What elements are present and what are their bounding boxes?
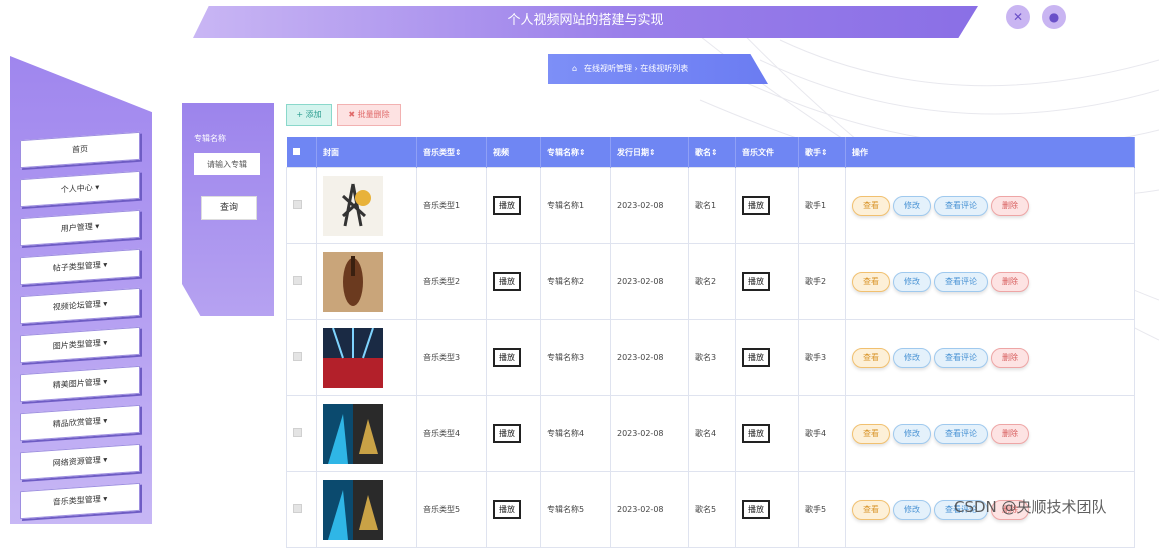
cover-image — [316, 395, 417, 472]
view-button[interactable]: 查看 — [852, 195, 890, 216]
row-checkbox[interactable] — [286, 167, 317, 244]
cell-music-type: 音乐类型3 — [416, 319, 487, 396]
table-row: 音乐类型3 播放 专辑名称3 2023-02-08 歌名3 播放 歌手3 查看 修改 查看评论 删除 — [286, 319, 1135, 396]
view-comments-button[interactable]: 查看评论 — [934, 195, 988, 216]
col-album[interactable]: 专辑名称⇕ — [540, 137, 611, 168]
home-icon: ⌂ — [572, 64, 578, 73]
table-row: 音乐类型1 播放 专辑名称1 2023-02-08 歌名1 播放 歌手1 查看 修改 查看评论 删除 — [286, 167, 1135, 244]
video-play-button[interactable]: 播放 — [493, 500, 521, 519]
cell-date: 2023-02-08 — [610, 319, 689, 396]
data-table: 封面 音乐类型⇕ 视频 专辑名称⇕ 发行日期⇕ 歌名⇕ 音乐文件 歌手⇕ 操作 … — [286, 137, 1135, 548]
row-checkbox[interactable] — [286, 471, 317, 548]
search-button[interactable]: 查询 — [201, 196, 257, 220]
video-play-button[interactable]: 播放 — [493, 272, 521, 291]
cell-album: 专辑名称2 — [540, 243, 611, 320]
app-title: 个人视频网站的搭建与实现 — [507, 13, 664, 28]
delete-button[interactable]: 删除 — [991, 347, 1029, 368]
cell-song: 歌名4 — [688, 395, 736, 472]
delete-button[interactable]: 删除 — [991, 423, 1029, 444]
row-checkbox[interactable] — [286, 395, 317, 472]
cell-album: 专辑名称4 — [540, 395, 611, 472]
music-play-button[interactable]: 播放 — [742, 348, 770, 367]
cell-date: 2023-02-08 — [610, 243, 689, 320]
edit-button[interactable]: 修改 — [893, 195, 931, 216]
video-play-button[interactable]: 播放 — [493, 424, 521, 443]
video-play-button[interactable]: 播放 — [493, 348, 521, 367]
video-play-button[interactable]: 播放 — [493, 196, 521, 215]
delete-button[interactable]: 删除 — [991, 271, 1029, 292]
cell-song: 歌名2 — [688, 243, 736, 320]
cell-music-type: 音乐类型4 — [416, 395, 487, 472]
edit-button[interactable]: 修改 — [893, 271, 931, 292]
cell-song: 歌名1 — [688, 167, 736, 244]
col-video: 视频 — [486, 137, 541, 168]
cell-date: 2023-02-08 — [610, 395, 689, 472]
cover-image — [316, 471, 417, 548]
edit-button[interactable]: 修改 — [893, 423, 931, 444]
breadcrumb-text: 在线视听管理 › 在线视听列表 — [584, 64, 689, 73]
cell-date: 2023-02-08 — [610, 471, 689, 548]
batch-delete-button[interactable]: ✖ 批量删除 — [337, 104, 401, 126]
col-song[interactable]: 歌名⇕ — [688, 137, 736, 168]
fullscreen-icon[interactable]: ✕ — [1006, 5, 1030, 29]
row-checkbox[interactable] — [286, 319, 317, 396]
col-singer[interactable]: 歌手⇕ — [798, 137, 846, 168]
music-play-button[interactable]: 播放 — [742, 424, 770, 443]
view-comments-button[interactable]: 查看评论 — [934, 423, 988, 444]
view-comments-button[interactable]: 查看评论 — [934, 271, 988, 292]
edit-button[interactable]: 修改 — [893, 499, 931, 520]
cover-image — [316, 243, 417, 320]
cover-image — [316, 319, 417, 396]
cell-album: 专辑名称1 — [540, 167, 611, 244]
view-button[interactable]: 查看 — [852, 347, 890, 368]
cell-singer: 歌手1 — [798, 167, 846, 244]
row-checkbox[interactable] — [286, 243, 317, 320]
table-row: 音乐类型4 播放 专辑名称4 2023-02-08 歌名4 播放 歌手4 查看 修改 查看评论 删除 — [286, 395, 1135, 472]
col-date[interactable]: 发行日期⇕ — [610, 137, 689, 168]
user-icon[interactable]: ● — [1042, 5, 1066, 29]
col-music-type[interactable]: 音乐类型⇕ — [416, 137, 487, 168]
cell-music-type: 音乐类型5 — [416, 471, 487, 548]
view-button[interactable]: 查看 — [852, 499, 890, 520]
delete-button[interactable]: 删除 — [991, 195, 1029, 216]
cell-album: 专辑名称3 — [540, 319, 611, 396]
music-play-button[interactable]: 播放 — [742, 196, 770, 215]
cell-music-type: 音乐类型1 — [416, 167, 487, 244]
select-all-checkbox[interactable] — [286, 137, 317, 168]
view-comments-button[interactable]: 查看评论 — [934, 347, 988, 368]
cell-singer: 歌手5 — [798, 471, 846, 548]
cell-date: 2023-02-08 — [610, 167, 689, 244]
col-actions: 操作 — [845, 137, 1135, 168]
search-label: 专辑名称 — [194, 134, 226, 143]
cell-album: 专辑名称5 — [540, 471, 611, 548]
view-button[interactable]: 查看 — [852, 423, 890, 444]
add-button[interactable]: + 添加 — [286, 104, 332, 126]
cell-singer: 歌手2 — [798, 243, 846, 320]
cell-music-type: 音乐类型2 — [416, 243, 487, 320]
view-button[interactable]: 查看 — [852, 271, 890, 292]
cell-singer: 歌手4 — [798, 395, 846, 472]
edit-button[interactable]: 修改 — [893, 347, 931, 368]
watermark: CSDN @央顺技术团队 — [954, 498, 1107, 516]
cell-singer: 歌手3 — [798, 319, 846, 396]
music-play-button[interactable]: 播放 — [742, 500, 770, 519]
search-input[interactable] — [194, 153, 260, 175]
col-music-file: 音乐文件 — [735, 137, 799, 168]
cell-song: 歌名5 — [688, 471, 736, 548]
table-row: 音乐类型2 播放 专辑名称2 2023-02-08 歌名2 播放 歌手2 查看 修改 查看评论 删除 — [286, 243, 1135, 320]
cell-song: 歌名3 — [688, 319, 736, 396]
col-cover: 封面 — [316, 137, 417, 168]
music-play-button[interactable]: 播放 — [742, 272, 770, 291]
cover-image — [316, 167, 417, 244]
table-header-row: 封面 音乐类型⇕ 视频 专辑名称⇕ 发行日期⇕ 歌名⇕ 音乐文件 歌手⇕ 操作 — [286, 137, 1135, 168]
